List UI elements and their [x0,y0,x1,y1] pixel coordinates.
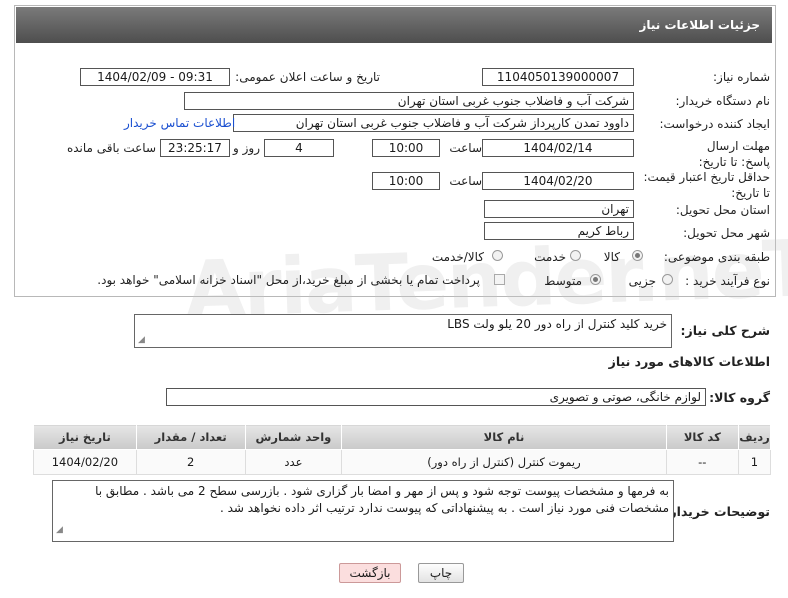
buyer-notes-field: به فرمها و مشخصات پیوست توجه شود و پس از… [52,480,674,542]
province-label: استان محل تحویل: [675,203,770,217]
summary-label: شرح کلی نیاز: [680,323,770,338]
resize-handle-icon[interactable]: ◢ [138,335,145,345]
buyer-contact-link[interactable]: اطلاعات تماس خریدار [124,116,235,130]
category-label: طبقه بندی موضوعی: [663,250,770,264]
purchase-medium-radio[interactable] [590,274,601,285]
col-need-date: تاریخ نیاز [33,424,137,450]
items-table: ردیف کد کالا نام کالا واحد شمارش تعداد /… [33,424,772,475]
validity-time-label: ساعت [449,174,482,188]
validity-date-field: 1404/02/20 [482,172,634,190]
deadline-time-field: 10:00 [372,139,440,157]
buyer-notes-text: به فرمها و مشخصات پیوست توجه شود و پس از… [95,484,669,515]
creator-label: ایجاد کننده درخواست: [659,117,770,131]
announce-label: تاریخ و ساعت اعلان عمومی: [235,70,380,84]
category-goods-service-label: کالا/خدمت [431,250,484,264]
goods-group-label: گروه کالا: [709,390,770,405]
buyer-notes-label: توضیحات خریدار: [664,504,770,519]
page-title: جزئیات اطلاعات نیاز [639,18,760,32]
category-goods-service-radio[interactable] [492,250,503,261]
page-header: جزئیات اطلاعات نیاز [16,7,772,43]
announce-field: 1404/02/09 - 09:31 [80,68,230,86]
col-item-code: کد کالا [665,424,739,450]
category-goods-label: کالا [603,250,620,264]
notes-resize-handle-icon[interactable]: ◢ [56,522,63,539]
cell-item-code: -- [665,449,739,475]
col-row-number: ردیف [737,424,772,450]
remaining-time-field: 23:25:17 [160,139,230,157]
col-quantity: تعداد / مقدار [135,424,246,450]
category-service-label: خدمت [534,250,566,264]
city-label: شهر محل تحویل: [683,226,770,240]
cell-item-name: ریموت کنترل (کنترل از راه دور) [341,449,667,475]
col-item-name: نام کالا [341,424,667,450]
treasury-payment-checkbox[interactable] [494,274,505,285]
province-field: تهران [484,200,634,218]
days-label: روز و [233,141,260,155]
goods-group-field: لوازم خانگی، صوتی و تصویری [166,388,706,406]
city-field: رباط کریم [484,222,634,240]
purchase-type-label: نوع فرآیند خرید : [685,274,770,288]
goods-section-title: اطلاعات کالاهای مورد نیاز [608,354,770,369]
purchase-medium-label: متوسط [544,274,582,288]
category-goods-radio[interactable] [632,250,643,261]
summary-field: خرید کلید کنترل از راه دور 20 یلو ولت LB… [134,314,672,348]
treasury-payment-note: پرداخت تمام یا بخشی از مبلغ خرید،از محل … [97,273,480,287]
need-number-label: شماره نیاز: [713,70,770,84]
remaining-label: ساعت باقی مانده [66,141,156,155]
cell-quantity: 2 [135,449,246,475]
summary-text: خرید کلید کنترل از راه دور 20 یلو ولت LB… [447,317,667,331]
category-service-radio[interactable] [570,250,581,261]
deadline-label: مهلت ارسال پاسخ: تا تاریخ: [698,139,770,169]
need-number-field: 1104050139000007 [482,68,634,86]
buyer-field: شرکت آب و فاضلاب جنوب غربی استان تهران [184,92,634,110]
cell-unit: عدد [244,449,343,475]
days-field: 4 [264,139,334,157]
print-button[interactable]: چاپ [418,563,464,583]
creator-field: داوود تمدن کارپرداز شرکت آب و فاضلاب جنو… [233,114,634,132]
purchase-minor-label: جزیی [628,274,656,288]
back-button[interactable]: بازگشت [339,563,401,583]
purchase-minor-radio[interactable] [662,274,673,285]
validity-label: حداقل تاریخ اعتبار قیمت: تا تاریخ: [643,170,770,200]
cell-row-number: 1 [737,449,772,475]
cell-need-date: 1404/02/20 [33,449,137,475]
table-header-row: ردیف کد کالا نام کالا واحد شمارش تعداد /… [33,424,772,450]
deadline-date-field: 1404/02/14 [482,139,634,157]
deadline-time-label: ساعت [449,141,482,155]
validity-time-field: 10:00 [372,172,440,190]
col-unit: واحد شمارش [244,424,343,450]
buyer-label: نام دستگاه خریدار: [675,94,771,108]
table-row: 1 -- ریموت کنترل (کنترل از راه دور) عدد … [33,449,772,475]
